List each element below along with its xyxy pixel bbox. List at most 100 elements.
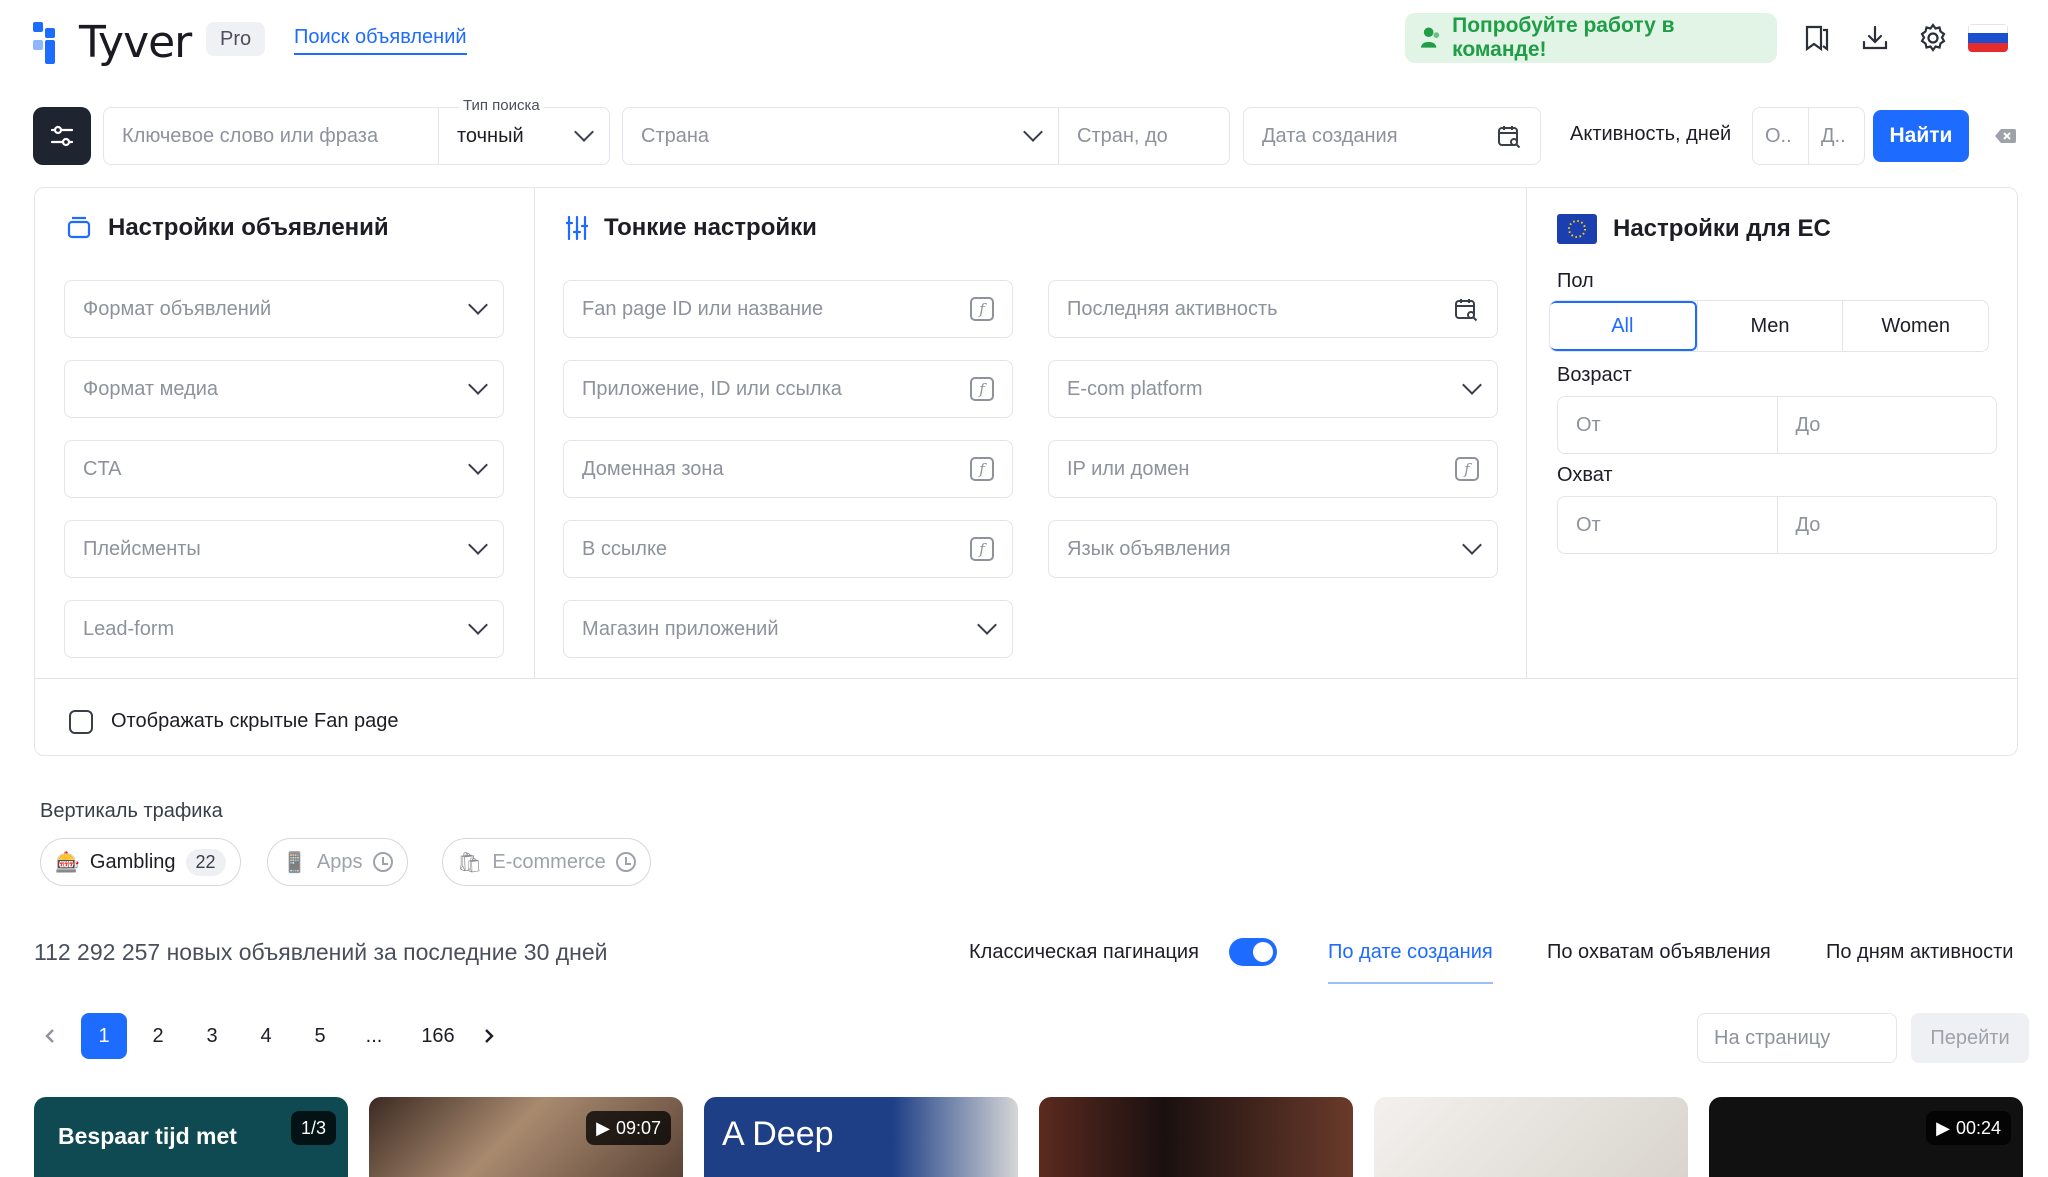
function-icon: f	[970, 297, 994, 321]
lead-form-select[interactable]: Lead-form	[64, 600, 504, 658]
ad-card[interactable]	[1039, 1097, 1353, 1177]
domain-zone-input[interactable]: Доменная зона f	[563, 440, 1013, 498]
page-button[interactable]: 4	[243, 1013, 289, 1059]
created-date-placeholder: Дата создания	[1262, 124, 1398, 147]
age-from-input[interactable]: От	[1558, 397, 1777, 453]
gender-option-women[interactable]: Women	[1842, 301, 1988, 351]
classic-pagination-label: Классическая пагинация	[969, 941, 1199, 963]
calendar-search-icon	[1455, 299, 1478, 322]
created-date-input[interactable]: Дата создания	[1243, 107, 1541, 165]
ad-card[interactable]	[1374, 1097, 1688, 1177]
language-flag-ru-icon[interactable]	[1968, 24, 2008, 52]
gender-segmented-control[interactable]: All Men Women	[1549, 300, 1989, 352]
logo-text: Tyver	[79, 17, 192, 68]
country-placeholder: Страна	[641, 124, 710, 147]
chevron-down-icon	[468, 455, 488, 475]
casino-icon: 🎰	[55, 851, 80, 874]
chevron-down-icon	[1023, 122, 1043, 142]
ad-card[interactable]: A Deep	[704, 1097, 1018, 1177]
fan-page-input[interactable]: Fan page ID или название f	[563, 280, 1013, 338]
find-button[interactable]: Найти	[1873, 110, 1969, 162]
gender-option-men[interactable]: Men	[1696, 301, 1843, 351]
filters-toggle-button[interactable]	[33, 107, 91, 165]
eu-settings-title: Настройки для ЕС	[1557, 214, 1831, 244]
search-type-value: точный	[457, 124, 524, 147]
activity-label: Активность, дней	[1570, 123, 1732, 145]
ad-format-select[interactable]: Формат объявлений	[64, 280, 504, 338]
ecom-platform-select[interactable]: E-com platform	[1048, 360, 1498, 418]
in-link-input[interactable]: В ссылке f	[563, 520, 1013, 578]
clear-search-icon[interactable]	[1994, 124, 2018, 148]
reach-from-input[interactable]: От	[1558, 497, 1777, 553]
fine-settings-title: Тонкие настройки	[566, 214, 817, 242]
last-activity-input[interactable]: Последняя активность	[1048, 280, 1498, 338]
hidden-fanpage-checkbox[interactable]	[69, 710, 93, 734]
video-duration-badge: ▶ 00:24	[1926, 1111, 2011, 1145]
countries-to-input[interactable]: Стран, до	[1058, 107, 1230, 165]
team-cta-button[interactable]: Попробуйте работу в команде!	[1405, 13, 1777, 63]
function-icon: f	[970, 377, 994, 401]
play-icon: ▶	[596, 1117, 610, 1138]
sort-by-created-date[interactable]: По дате создания	[1328, 941, 1493, 984]
country-select[interactable]: Страна	[622, 107, 1059, 165]
page-ellipsis: ...	[365, 1024, 383, 1047]
gender-label: Пол	[1557, 270, 1594, 292]
ad-settings-title: Настройки объявлений	[66, 214, 389, 242]
ad-language-select[interactable]: Язык объявления	[1048, 520, 1498, 578]
age-range: От До	[1557, 396, 1997, 454]
page-button[interactable]: 1	[81, 1013, 127, 1059]
search-type-select[interactable]: точный	[438, 107, 610, 165]
goto-page-input[interactable]: На страницу	[1697, 1013, 1897, 1063]
ad-card-text: A Deep	[722, 1115, 834, 1153]
cta-select[interactable]: CTA	[64, 440, 504, 498]
placements-select[interactable]: Плейсменты	[64, 520, 504, 578]
hidden-fanpage-label: Отображать скрытые Fan page	[111, 710, 399, 732]
prev-page-icon[interactable]	[40, 1026, 60, 1046]
chevron-down-icon	[468, 535, 488, 555]
chevron-down-icon	[574, 122, 594, 142]
chevron-down-icon	[468, 375, 488, 395]
keyword-input[interactable]: Ключевое слово или фраза	[103, 107, 439, 165]
age-to-input[interactable]: До	[1776, 397, 1997, 453]
page-button[interactable]: 5	[297, 1013, 343, 1059]
ad-card[interactable]: ▶ 00:24	[1709, 1097, 2023, 1177]
page-button[interactable]: 3	[189, 1013, 235, 1059]
sort-by-activity-days[interactable]: По дням активности	[1826, 941, 2013, 964]
vertical-chip-gambling[interactable]: 🎰 Gambling 22	[40, 838, 241, 886]
clock-icon	[615, 852, 636, 872]
logo[interactable]: Tyver	[33, 17, 192, 68]
equalizer-icon	[566, 215, 588, 241]
bookmarks-icon[interactable]	[1801, 22, 1833, 54]
pro-badge: Pro	[206, 22, 266, 56]
app-store-select[interactable]: Магазин приложений	[563, 600, 1013, 658]
ad-card[interactable]: ▶ 09:07	[369, 1097, 683, 1177]
ip-domain-input[interactable]: IP или домен f	[1048, 440, 1498, 498]
app-input[interactable]: Приложение, ID или ссылка f	[563, 360, 1013, 418]
page-button[interactable]: 166	[408, 1013, 468, 1059]
next-page-icon[interactable]	[479, 1026, 499, 1046]
vertical-chip-ecommerce[interactable]: 🛍 E-commerce	[442, 838, 651, 886]
page-button[interactable]: 2	[135, 1013, 181, 1059]
eu-flag-icon	[1557, 214, 1597, 244]
goto-page-button[interactable]: Перейти	[1911, 1013, 2029, 1063]
logo-icon	[33, 21, 69, 64]
vertical-chip-apps[interactable]: 📱 Apps	[267, 838, 408, 886]
panel-divider	[35, 678, 2017, 679]
carousel-counter-badge: 1/3	[290, 1111, 336, 1145]
calendar-search-icon[interactable]	[1496, 123, 1522, 149]
settings-gear-icon[interactable]	[1917, 22, 1949, 54]
classic-pagination-toggle[interactable]	[1229, 938, 1277, 966]
download-icon[interactable]	[1859, 22, 1891, 54]
activity-to-input[interactable]: Д..	[1808, 107, 1865, 165]
ad-card[interactable]: Bespaar tijd met 1/3	[34, 1097, 348, 1177]
chevron-down-icon	[1462, 375, 1482, 395]
nav-link-ad-search[interactable]: Поиск объявлений	[294, 26, 467, 55]
sort-by-reach[interactable]: По охватам объявления	[1547, 941, 1771, 964]
age-label: Возраст	[1557, 364, 1632, 386]
chevron-down-icon	[1462, 535, 1482, 555]
media-format-select[interactable]: Формат медиа	[64, 360, 504, 418]
activity-from-input[interactable]: О..	[1752, 107, 1809, 165]
reach-to-input[interactable]: До	[1776, 497, 1997, 553]
function-icon: f	[1455, 457, 1479, 481]
gender-option-all[interactable]: All	[1550, 301, 1697, 351]
